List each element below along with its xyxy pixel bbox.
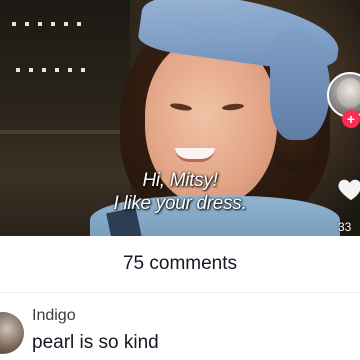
creator-avatar-button[interactable]: +: [327, 72, 360, 140]
subtitle-line-1: Hi, Mitsy!: [142, 170, 218, 191]
comment-text: pearl is so kind: [32, 332, 159, 353]
plus-icon[interactable]: +: [342, 110, 360, 128]
comments-count: 75 comments: [122, 253, 238, 274]
subtitle-line-2: I like your dress.: [113, 193, 247, 214]
background-lights: [12, 22, 81, 26]
comments-divider: [0, 292, 360, 293]
like-count: 33: [338, 220, 352, 234]
background-lights: [16, 68, 85, 72]
video-player[interactable]: Hi, Mitsy! I like your dress.: [0, 0, 360, 236]
comment-username[interactable]: Indigo: [32, 307, 76, 325]
heart-icon[interactable]: [336, 174, 360, 204]
